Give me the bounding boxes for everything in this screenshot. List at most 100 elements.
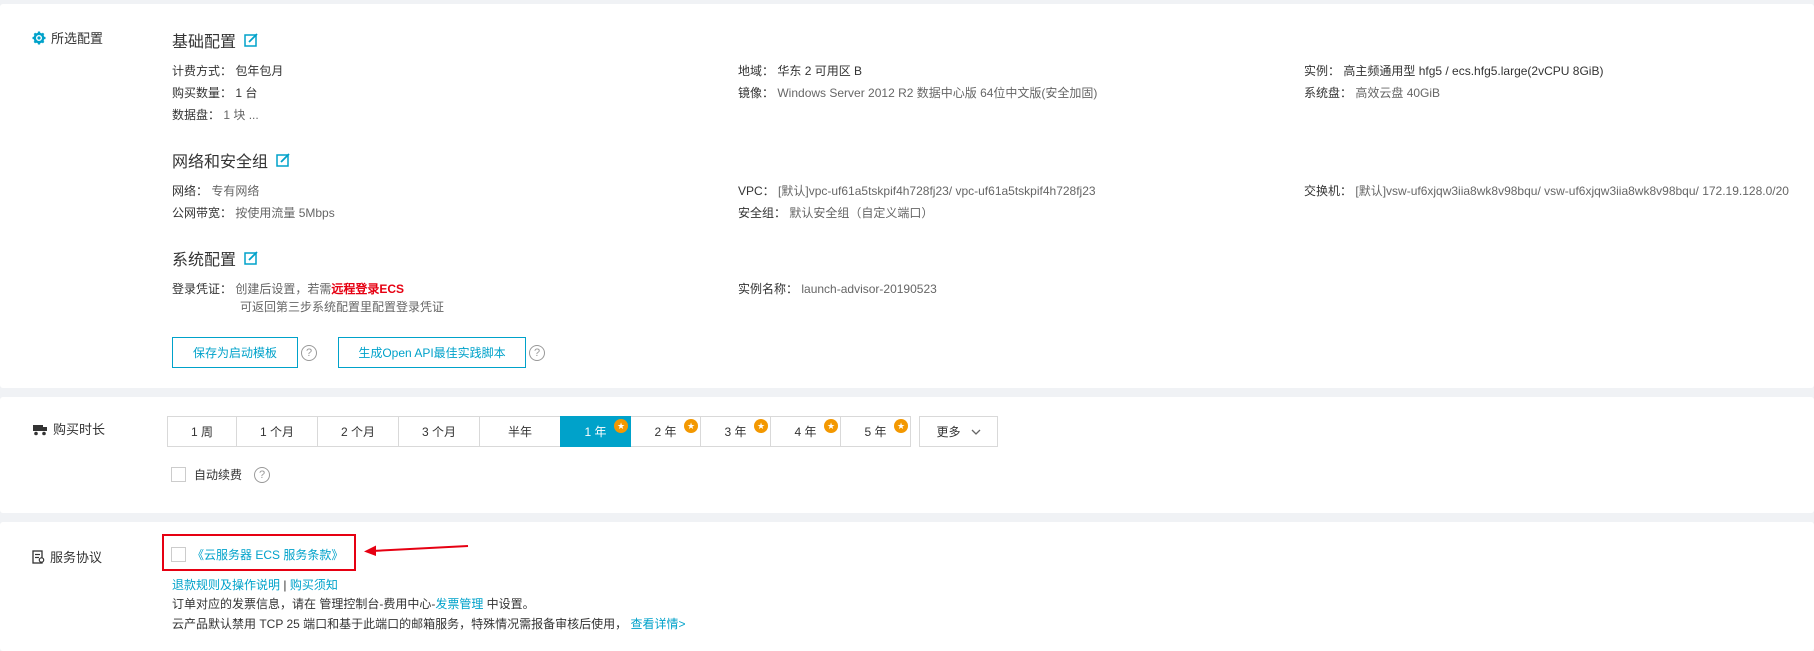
help-icon[interactable]: ? [301,345,317,361]
duration-option-label: 2 个月 [340,425,375,439]
red-arrow-annotation [364,545,469,556]
notice-link[interactable]: 购买须知 [290,578,338,592]
instance-name-key: 实例名称： [738,282,799,296]
basic-config-title: 基础配置 [172,28,258,52]
login-key: 登录凭证： [172,282,233,296]
vpc-value: [默认]vpc-uf61a5tskpif4h728fj23/ vpc-uf61a… [778,184,1096,198]
duration-panel: 购买时长 1 周1 个月 2 个月 3 个月 半年 1 年 ★ 2 年 ★ 3 年 ★ 4 年 ★ 5 … [0,397,1814,513]
duration-option[interactable]: 5 年 ★ [840,416,911,447]
duration-option-label: 5 年 [864,425,887,439]
duration-option[interactable]: 1 年 ★ [560,416,631,447]
instance-name-row: 实例名称： launch-advisor-20190523 [738,280,937,297]
login-row: 登录凭证： 创建后设置，若需远程登录ECS [172,280,404,297]
system-title-text: 系统配置 [172,252,237,269]
quantity-row: 购买数量： 1 台 [172,84,257,101]
discount-badge-icon: ★ [684,419,698,433]
selected-config-panel: 所选配置 基础配置 计费方式： 包年包月 购买数量： 1 台 数据盘： 1 块 … [0,4,1814,388]
remote-login-warning: 远程登录ECS [331,282,405,296]
duration-option[interactable]: 4 年 ★ [770,416,841,447]
datadisk-key: 数据盘： [172,108,221,122]
duration-option[interactable]: 1 周 [167,416,237,447]
help-icon[interactable]: ? [529,345,545,361]
datadisk-row: 数据盘： 1 块 ... [172,106,259,123]
duration-options: 1 周 1 个月 2 个月 3 个月 半年 1 年 ★ 2 年 ★ 3 年 ★ 4 年 ★ 5 年 ★ [167,416,911,447]
duration-option[interactable]: 3 个月 [398,416,480,447]
billing-key: 计费方式： [172,64,233,78]
vpc-row: VPC： [默认]vpc-uf61a5tskpif4h728fj23/ vpc-… [738,182,1096,199]
region-key: 地域： [738,64,775,78]
agreement-panel: 服务协议 《云服务器 ECS 服务条款》 退款规则及操作说明 | 购买须知 订单… [0,522,1814,651]
agreement-label-text: 服务协议 [50,550,103,565]
duration-label-text: 购买时长 [53,422,106,437]
port-row: 云产品默认禁用 TCP 25 端口和基于此端口的邮箱服务，特殊情况需报备审核后使… [172,615,686,632]
selected-config-text: 所选配置 [51,31,104,46]
discount-badge-icon: ★ [894,419,908,433]
gen-api-button[interactable]: 生成Open API最佳实践脚本 [338,337,526,368]
network-row: 网络： 专有网络 [172,182,259,199]
duration-option[interactable]: 1 个月 [236,416,318,447]
bandwidth-key: 公网带宽： [172,206,233,220]
discount-badge-icon: ★ [754,419,768,433]
refund-row: 退款规则及操作说明 | 购买须知 [172,576,338,593]
duration-option[interactable]: 3 年 ★ [700,416,771,447]
refund-link[interactable]: 退款规则及操作说明 [172,578,280,592]
duration-option-label: 2 年 [654,425,677,439]
sysdisk-key: 系统盘： [1304,86,1353,100]
vswitch-value: [默认]vsw-uf6xjqw3iia8wk8v98bqu/ vsw-uf6xj… [1355,184,1789,198]
basic-config-text: 基础配置 [172,34,237,51]
port-text: 云产品默认禁用 TCP 25 端口和基于此端口的邮箱服务，特殊情况需报备审核后使… [172,617,628,631]
duration-option-label: 4 年 [794,425,817,439]
link-separator: | [283,578,287,592]
more-dropdown[interactable]: 更多 [919,416,998,447]
invoice-text-end: 中设置。 [483,597,535,611]
image-value: Windows Server 2012 R2 数据中心版 64位中文版(安全加固… [777,86,1098,100]
instance-value: 高主频通用型 hfg5 / ecs.hfg5.large(2vCPU 8GiB) [1343,64,1604,78]
auto-renew-label: 自动续费 [194,468,243,482]
network-title: 网络和安全组 [172,148,290,172]
edit-icon[interactable] [276,153,290,167]
quantity-value: 1 台 [235,86,258,100]
gear-icon [32,31,46,44]
terms-link[interactable]: 《云服务器 ECS 服务条款》 [192,546,343,563]
billing-row: 计费方式： 包年包月 [172,62,283,79]
secgroup-row: 安全组： 默认安全组（自定义端口） [738,204,933,221]
help-icon[interactable]: ? [254,466,271,483]
discount-badge-icon: ★ [614,419,628,433]
duration-option[interactable]: 2 个月 [317,416,399,447]
chevron-down-icon [971,429,980,435]
duration-option-label: 1 个月 [259,425,294,439]
network-value: 专有网络 [211,184,260,198]
invoice-link[interactable]: 发票管理 [435,597,483,611]
duration-label: 购买时长 [32,419,105,438]
selected-config-label: 所选配置 [32,28,103,47]
secgroup-key: 安全组： [738,206,787,220]
edit-icon[interactable] [244,33,258,47]
login-note-text: 可返回第三步系统配置里配置登录凭证 [240,300,445,314]
region-value: 华东 2 可用区 B [777,64,863,78]
terms-row: 《云服务器 ECS 服务条款》 [171,546,343,563]
vswitch-key: 交换机： [1304,184,1353,198]
invoice-text: 订单对应的发票信息，请在 管理控制台-费用中心- [172,597,436,611]
duration-option-label: 3 年 [724,425,747,439]
image-key: 镜像： [738,86,775,100]
duration-option[interactable]: 半年 [479,416,561,447]
invoice-row: 订单对应的发票信息，请在 管理控制台-费用中心-发票管理 中设置。 [172,595,535,612]
instance-name-value: launch-advisor-20190523 [801,282,937,296]
login-value: 创建后设置，若需 [235,282,332,296]
bandwidth-value: 按使用流量 5Mbps [235,206,335,220]
terms-checkbox[interactable] [171,547,186,562]
duration-option-label: 3 个月 [421,425,456,439]
auto-renew-checkbox[interactable] [171,467,186,482]
system-title: 系统配置 [172,246,258,270]
duration-option[interactable]: 2 年 ★ [630,416,701,447]
image-row: 镜像： Windows Server 2012 R2 数据中心版 64位中文版(… [738,84,1097,101]
save-template-button[interactable]: 保存为启动模板 [172,337,298,368]
edit-icon[interactable] [244,251,258,265]
port-details-link[interactable]: 查看详情> [630,617,685,631]
secgroup-value: 默认安全组（自定义端口） [789,206,934,220]
vpc-key: VPC： [738,184,775,198]
duration-option-label: 半年 [507,425,532,439]
cart-icon [33,424,47,435]
auto-renew-row: 自动续费 ? [171,466,271,483]
region-row: 地域： 华东 2 可用区 B [738,62,862,79]
